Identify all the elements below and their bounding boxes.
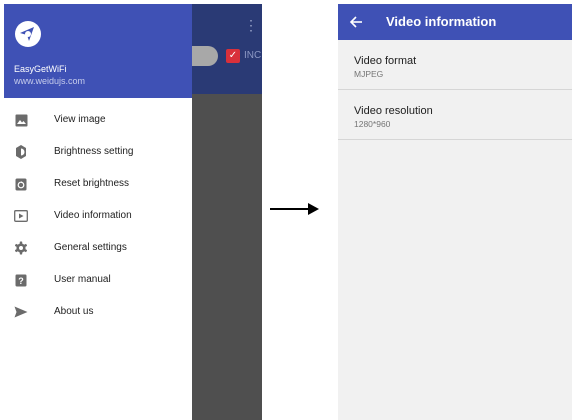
menu-item-video-information[interactable]: Video information xyxy=(4,200,192,232)
checkbox-icon[interactable]: ✓ xyxy=(226,49,240,63)
menu-item-label: User manual xyxy=(54,274,111,285)
list-item-video-resolution[interactable]: Video resolution 1280*960 xyxy=(338,90,572,140)
checkbox-label: INC xyxy=(244,50,262,61)
info-label: Video format xyxy=(354,55,417,67)
menu-item-brightness-setting[interactable]: Brightness setting xyxy=(4,136,192,168)
menu-item-general-settings[interactable]: General settings xyxy=(4,232,192,264)
menu-item-user-manual[interactable]: ? User manual xyxy=(4,264,192,296)
app-name: EasyGetWiFi xyxy=(14,64,67,74)
menu-item-about-us[interactable]: About us xyxy=(4,296,192,328)
drawer-menu: View image Brightness setting Reset brig… xyxy=(4,104,192,328)
navigation-drawer: EasyGetWiFi www.weidujs.com View image B… xyxy=(4,4,192,420)
help-icon: ? xyxy=(14,273,28,287)
menu-item-label: Brightness setting xyxy=(54,146,134,157)
app-logo-icon xyxy=(15,21,41,47)
menu-item-label: General settings xyxy=(54,242,127,253)
app-website: www.weidujs.com xyxy=(14,76,86,86)
background-app: ⋮ ✓ INC xyxy=(192,4,262,420)
info-label: Video resolution xyxy=(354,105,433,117)
phone-screen-video-information: Video information Video format MJPEG Vid… xyxy=(338,4,572,420)
image-icon xyxy=(14,113,28,127)
reset-brightness-icon xyxy=(14,177,28,191)
page-title: Video information xyxy=(386,14,497,29)
menu-item-label: About us xyxy=(54,306,94,317)
app-toolbar: Video information xyxy=(338,4,572,40)
menu-item-view-image[interactable]: View image xyxy=(4,104,192,136)
phone-screen-drawer: ⋮ ✓ INC EasyGetWiFi www.weidujs.com View… xyxy=(4,4,262,420)
menu-item-label: Video information xyxy=(54,210,132,221)
video-info-list: Video format MJPEG Video resolution 1280… xyxy=(338,40,572,140)
info-value: 1280*960 xyxy=(354,119,391,129)
list-item-video-format[interactable]: Video format MJPEG xyxy=(338,40,572,90)
info-value: MJPEG xyxy=(354,69,384,79)
send-icon xyxy=(14,305,28,319)
menu-item-reset-brightness[interactable]: Reset brightness xyxy=(4,168,192,200)
back-arrow-icon[interactable] xyxy=(348,14,364,30)
menu-item-label: View image xyxy=(54,114,106,125)
background-input-pill xyxy=(192,46,218,66)
gear-icon xyxy=(14,241,28,255)
background-app-toolbar: ⋮ ✓ INC xyxy=(192,4,262,94)
overflow-menu-icon[interactable]: ⋮ xyxy=(244,18,258,32)
arrow-right-icon xyxy=(270,203,319,215)
video-icon xyxy=(14,209,28,223)
brightness-icon xyxy=(14,145,28,159)
svg-text:?: ? xyxy=(18,275,24,285)
drawer-header: EasyGetWiFi www.weidujs.com xyxy=(4,4,192,98)
menu-item-label: Reset brightness xyxy=(54,178,130,189)
